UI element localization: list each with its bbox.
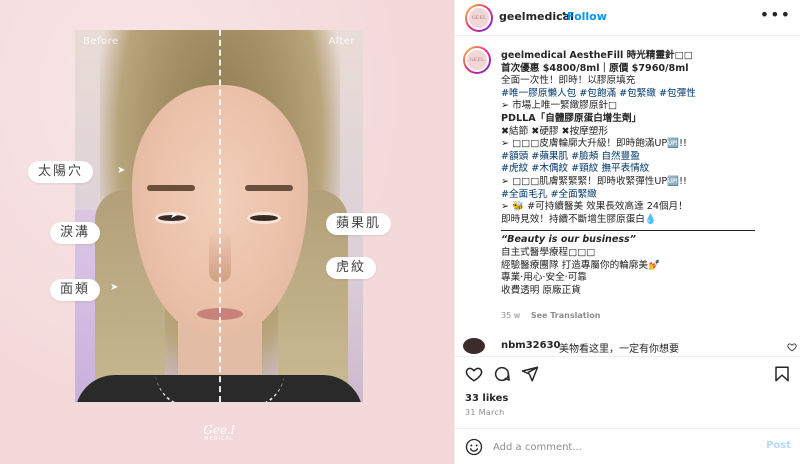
caption-meta: 35 w See Translation: [501, 311, 601, 320]
brand-watermark-text: Gee.l: [203, 423, 235, 437]
caption-username[interactable]: geelmedical: [501, 50, 566, 61]
caption-divider: [501, 230, 755, 232]
bookmark-icon[interactable]: [773, 365, 791, 383]
emoji-icon[interactable]: [465, 438, 483, 456]
comment-item: nbm32630 美物看这里，一定有你想要: [463, 338, 799, 355]
caption-title: AestheFill 時光精靈針□□: [569, 50, 693, 61]
caption-slogan: “Beauty is our business”: [501, 234, 636, 246]
caption-line: 即時見效！持續不斷增生膠原蛋白💧: [501, 213, 657, 225]
caption-line: ➢ □□□皮膚輪廓大升級！即時飽滿UP🆙!!: [501, 138, 687, 150]
avatar-logo: GEEL: [467, 6, 491, 30]
caption-line: PDLLA「自體膠原蛋白增生劑」: [501, 112, 642, 124]
post-header: GEEL geelmedical • Follow •••: [455, 0, 800, 36]
pointer-arrow-icon: ➤: [117, 165, 126, 176]
callout-cheek: 面頰: [50, 279, 101, 301]
caption-line: ➢ 🐝 #可持續醫美 效果長效高達 24個月！: [501, 201, 688, 213]
post-caption: geelmedical AestheFill 時光精靈針□□ 首次優惠 $480…: [501, 50, 791, 297]
callout-tear-trough: 淚溝: [50, 222, 101, 244]
caption-hashtags[interactable]: #唯一膠原懶人包 #包飽滿 #包緊緻 #包彈性: [501, 88, 791, 101]
callout-apple-cheek: 蘋果肌: [326, 213, 392, 235]
caption-author-avatar[interactable]: GEEL: [463, 46, 491, 74]
heart-icon[interactable]: [465, 365, 483, 383]
post-actions-bar: [455, 356, 800, 392]
comment-like-heart-icon[interactable]: [787, 342, 797, 352]
author-avatar[interactable]: GEEL: [465, 4, 493, 32]
see-translation-link[interactable]: See Translation: [531, 311, 601, 320]
caption-hashtags[interactable]: #額頭 #蘋果肌 #臉頰 自然豐盈: [501, 151, 791, 164]
after-label: After: [328, 36, 355, 47]
caption-line: 經驗醫療團隊 打造專屬你的輪廓美💅: [501, 259, 660, 271]
before-after-photo: Before After: [75, 30, 363, 402]
caption-line: 自主式醫學療程□□□: [501, 246, 596, 258]
caption-hashtags[interactable]: #虎紋 #木偶紋 #頸紋 撫平表情紋: [501, 163, 791, 176]
callout-tiger-line: 虎紋: [326, 257, 377, 279]
caption-line: 全面一次性！即時！以膠原填充: [501, 75, 636, 87]
pointer-arrow-icon: ➤: [110, 282, 119, 293]
avatar-logo: GEEL: [465, 48, 489, 72]
follow-button[interactable]: Follow: [567, 10, 607, 23]
left-eyebrow: [147, 185, 195, 191]
pointer-arrow-icon: ➤: [170, 210, 179, 221]
add-comment-bar: Post: [455, 428, 800, 464]
instagram-post-modal: Before After 太陽穴 淚溝 面頰 蘋果肌 虎紋 ➤ ➤ ➤ Gee.…: [0, 0, 800, 464]
brand-watermark-logo: Gee.l MEDICAL: [203, 424, 235, 442]
caption-line: ➢ □□□肌膚緊緊緊！即時收緊彈性UP🆙!!: [501, 175, 687, 187]
caption-hashtags[interactable]: #全面毛孔 #全面緊緻: [501, 189, 791, 202]
caption-line: 收費透明 原廠正貨: [501, 284, 581, 296]
post-age[interactable]: 35 w: [501, 311, 520, 320]
commenter-avatar[interactable]: [463, 338, 485, 354]
comment-input[interactable]: [493, 439, 743, 455]
caption-line: 首次優惠 $4800/8ml｜原價 $7960/8ml: [501, 62, 689, 74]
brand-watermark-subtext: MEDICAL: [204, 436, 234, 442]
caption-line: ➢ 市場上唯一緊緻膠原針□: [501, 100, 618, 112]
callout-temple: 太陽穴: [28, 161, 94, 183]
commenter-username[interactable]: nbm32630: [501, 340, 561, 351]
post-media[interactable]: Before After 太陽穴 淚溝 面頰 蘋果肌 虎紋 ➤ ➤ ➤ Gee.…: [0, 0, 454, 464]
post-date[interactable]: 31 March: [465, 408, 505, 417]
post-comment-button[interactable]: Post: [766, 440, 791, 451]
share-icon[interactable]: [521, 365, 539, 383]
likes-count[interactable]: 33 likes: [465, 393, 508, 404]
post-sidebar: GEEL geelmedical • Follow ••• GEEL geelm…: [454, 0, 800, 464]
before-label: Before: [83, 36, 119, 47]
comment-icon[interactable]: [493, 365, 511, 383]
caption-line-1: geelmedical AestheFill 時光精靈針□□: [501, 50, 791, 63]
more-horizontal-icon[interactable]: •••: [760, 5, 791, 24]
right-eye: [247, 212, 281, 224]
caption-line: 專業·用心·安全·可靠: [501, 272, 587, 284]
before-after-divider: [219, 30, 221, 402]
comment-text: 美物看这里，一定有你想要: [559, 344, 679, 355]
caption-line: ✖結節 ✖硬膠 ✖按摩塑形: [501, 125, 608, 137]
right-eyebrow: [245, 185, 293, 191]
